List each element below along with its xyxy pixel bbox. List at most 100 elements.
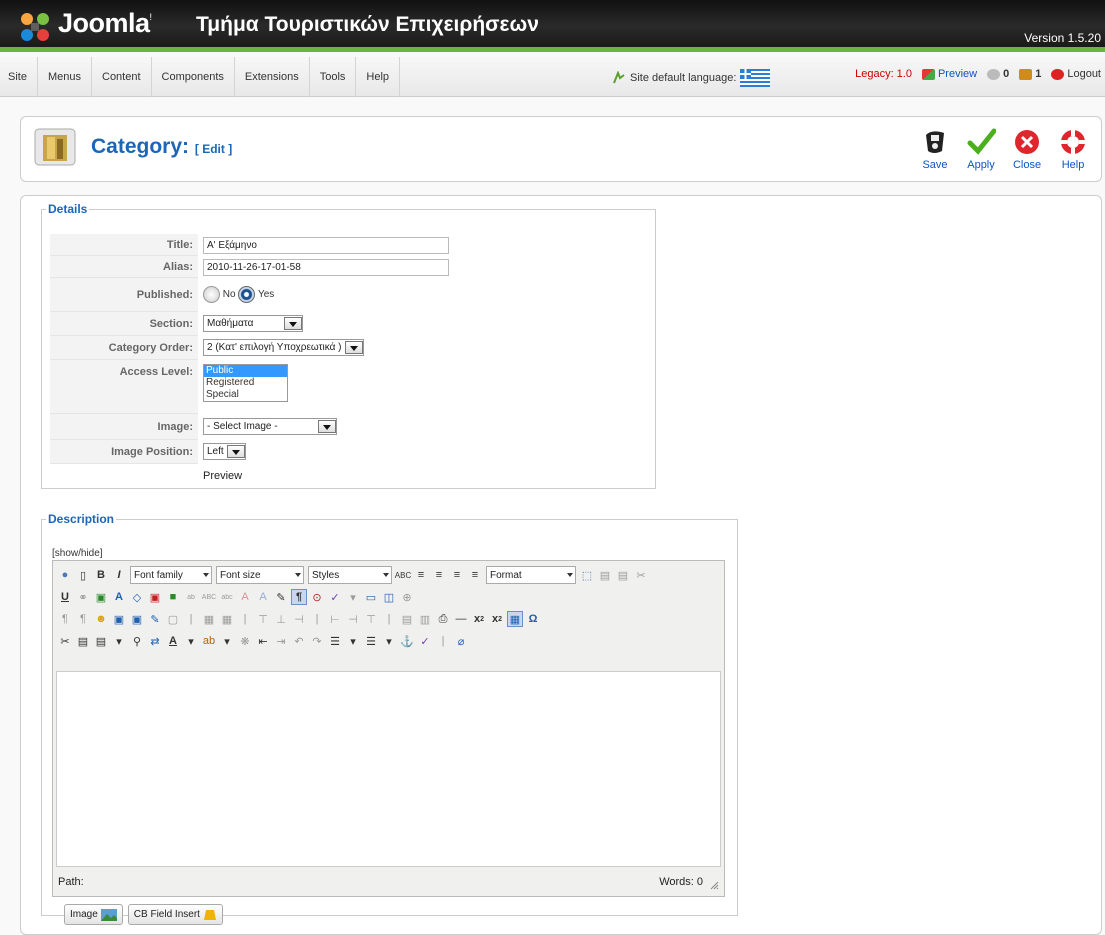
ltr-icon[interactable]: ¶ — [57, 611, 73, 627]
row-after-icon[interactable]: ⊥ — [273, 611, 289, 627]
access-option-special[interactable]: Special — [204, 389, 287, 401]
chevron-down-icon[interactable]: ▾ — [183, 633, 199, 649]
superscript-icon[interactable]: x2 — [489, 611, 505, 627]
special-char-icon[interactable]: Ω — [525, 611, 541, 627]
anchor-icon[interactable]: ⚓ — [399, 633, 415, 649]
apply-button[interactable]: Apply — [961, 127, 1001, 171]
columns-icon[interactable]: ◫ — [381, 589, 397, 605]
emoticons-icon[interactable]: ☻ — [93, 611, 109, 627]
unordered-list-icon[interactable]: ☰ — [363, 633, 379, 649]
eraser-icon[interactable]: ⌀ — [453, 633, 469, 649]
row-before-icon[interactable]: ⊤ — [255, 611, 271, 627]
media-insert-icon[interactable]: ▣ — [111, 611, 127, 627]
cut-icon[interactable]: ✂ — [633, 567, 649, 583]
greek-flag-icon[interactable] — [740, 69, 771, 87]
select-all-icon[interactable]: ⬚ — [579, 567, 595, 583]
anchor-style-icon[interactable]: ❋ — [237, 633, 253, 649]
replace-icon[interactable]: ⇄ — [147, 633, 163, 649]
code-icon[interactable]: ◇ — [129, 589, 145, 605]
menu-extensions[interactable]: Extensions — [235, 57, 310, 97]
preview-doc-icon[interactable]: ▣ — [129, 611, 145, 627]
show-hide-link[interactable]: [show/hide] — [52, 548, 103, 559]
menu-help[interactable]: Help — [356, 57, 401, 97]
chevron-down-icon[interactable]: ▾ — [345, 589, 361, 605]
cleanup-icon[interactable]: ✓ — [417, 633, 433, 649]
bold-icon[interactable]: B — [93, 567, 109, 583]
paragraph-icon[interactable]: ¶ — [291, 589, 307, 605]
save-button[interactable]: Save — [915, 127, 955, 171]
font-icon[interactable]: A — [111, 589, 127, 605]
horizontal-rule-icon[interactable]: — — [453, 611, 469, 627]
new-document-icon[interactable]: ▯ — [75, 567, 91, 583]
print-icon[interactable]: ⎙ — [435, 611, 451, 627]
find-icon[interactable]: ⚲ — [129, 633, 145, 649]
edit-css-icon[interactable]: ✎ — [147, 611, 163, 627]
table-props-icon[interactable]: ▦ — [219, 611, 235, 627]
cite-icon[interactable]: abc — [219, 589, 235, 605]
indent-icon[interactable]: ⇥ — [273, 633, 289, 649]
merge-cells-icon[interactable]: ▥ — [417, 611, 433, 627]
close-button[interactable]: Close — [1007, 127, 1047, 171]
col-after-icon[interactable]: ⊣ — [345, 611, 361, 627]
messages-indicator[interactable]: 0 — [987, 68, 1009, 80]
align-center-icon[interactable]: ≡ — [431, 567, 447, 583]
cb-field-insert-button[interactable]: CB Field Insert — [127, 904, 223, 925]
subscript-icon[interactable]: x2 — [471, 611, 487, 627]
paste-icon[interactable]: ▤ — [615, 567, 631, 583]
undo-icon[interactable]: ↶ — [291, 633, 307, 649]
link-icon[interactable]: ⚭ — [75, 589, 91, 605]
title-input[interactable] — [203, 237, 449, 254]
help-button[interactable]: Help — [1053, 127, 1093, 171]
logout-link[interactable]: Logout — [1051, 68, 1101, 80]
delete-row-icon[interactable]: ⊣ — [291, 611, 307, 627]
strikethrough-icon[interactable]: ABC — [395, 567, 411, 583]
align-right-icon[interactable]: ≡ — [449, 567, 465, 583]
split-cells-icon[interactable]: ▤ — [399, 611, 415, 627]
visual-chars-icon[interactable]: ⊙ — [309, 589, 325, 605]
format-select[interactable]: Format — [486, 566, 576, 584]
chevron-down-icon[interactable]: ▾ — [345, 633, 361, 649]
category-order-select[interactable]: 2 (Κατ' επιλογή Υποχρεωτικά ) — [203, 339, 364, 356]
section-select[interactable]: Μαθήματα — [203, 315, 303, 332]
attributes-icon[interactable]: ✎ — [273, 589, 289, 605]
image-button[interactable]: Image — [64, 904, 123, 925]
copy-icon[interactable]: ▤ — [75, 633, 91, 649]
access-level-listbox[interactable]: Public Registered Special — [203, 364, 288, 402]
font-size-select[interactable]: Font size — [216, 566, 304, 584]
cut-icon[interactable]: ✂ — [57, 633, 73, 649]
menu-components[interactable]: Components — [152, 57, 235, 97]
image-position-select[interactable]: Left — [203, 443, 246, 460]
font-family-select[interactable]: Font family — [130, 566, 212, 584]
styles-select[interactable]: Styles — [308, 566, 392, 584]
ordered-list-icon[interactable]: ☰ — [327, 633, 343, 649]
del-icon[interactable]: A — [237, 589, 253, 605]
access-option-registered[interactable]: Registered — [204, 377, 287, 389]
access-option-public[interactable]: Public — [204, 365, 287, 377]
acronym-icon[interactable]: ABC — [201, 589, 217, 605]
insert-date-icon[interactable]: ▦ — [507, 611, 523, 627]
spellcheck-icon[interactable]: ✓ — [327, 589, 343, 605]
resize-handle-icon[interactable] — [709, 880, 719, 890]
published-no-radio[interactable] — [203, 286, 220, 303]
highlight-icon[interactable]: ab — [201, 633, 217, 649]
users-indicator[interactable]: 1 — [1019, 68, 1041, 80]
media-icon[interactable]: ■ — [165, 589, 181, 605]
col-before-icon[interactable]: ⊢ — [327, 611, 343, 627]
ins-icon[interactable]: A — [255, 589, 271, 605]
menu-menus[interactable]: Menus — [38, 57, 92, 97]
template-icon[interactable]: ⊕ — [399, 589, 415, 605]
menu-tools[interactable]: Tools — [310, 57, 357, 97]
table-icon[interactable]: ▦ — [201, 611, 217, 627]
underline-icon[interactable]: U — [57, 589, 73, 605]
image-insert-icon[interactable]: ▣ — [93, 589, 109, 605]
delete-col-icon[interactable]: ⊤ — [363, 611, 379, 627]
style-props-icon[interactable]: ▢ — [165, 611, 181, 627]
help-icon[interactable]: ● — [57, 567, 73, 583]
preview-link[interactable]: Preview — [921, 68, 977, 80]
menu-content[interactable]: Content — [92, 57, 152, 97]
copy-icon[interactable]: ▤ — [597, 567, 613, 583]
abbr-icon[interactable]: ab — [183, 589, 199, 605]
chevron-down-icon[interactable]: ▾ — [219, 633, 235, 649]
chevron-down-icon[interactable]: ▾ — [381, 633, 397, 649]
published-yes-radio[interactable] — [238, 286, 256, 303]
